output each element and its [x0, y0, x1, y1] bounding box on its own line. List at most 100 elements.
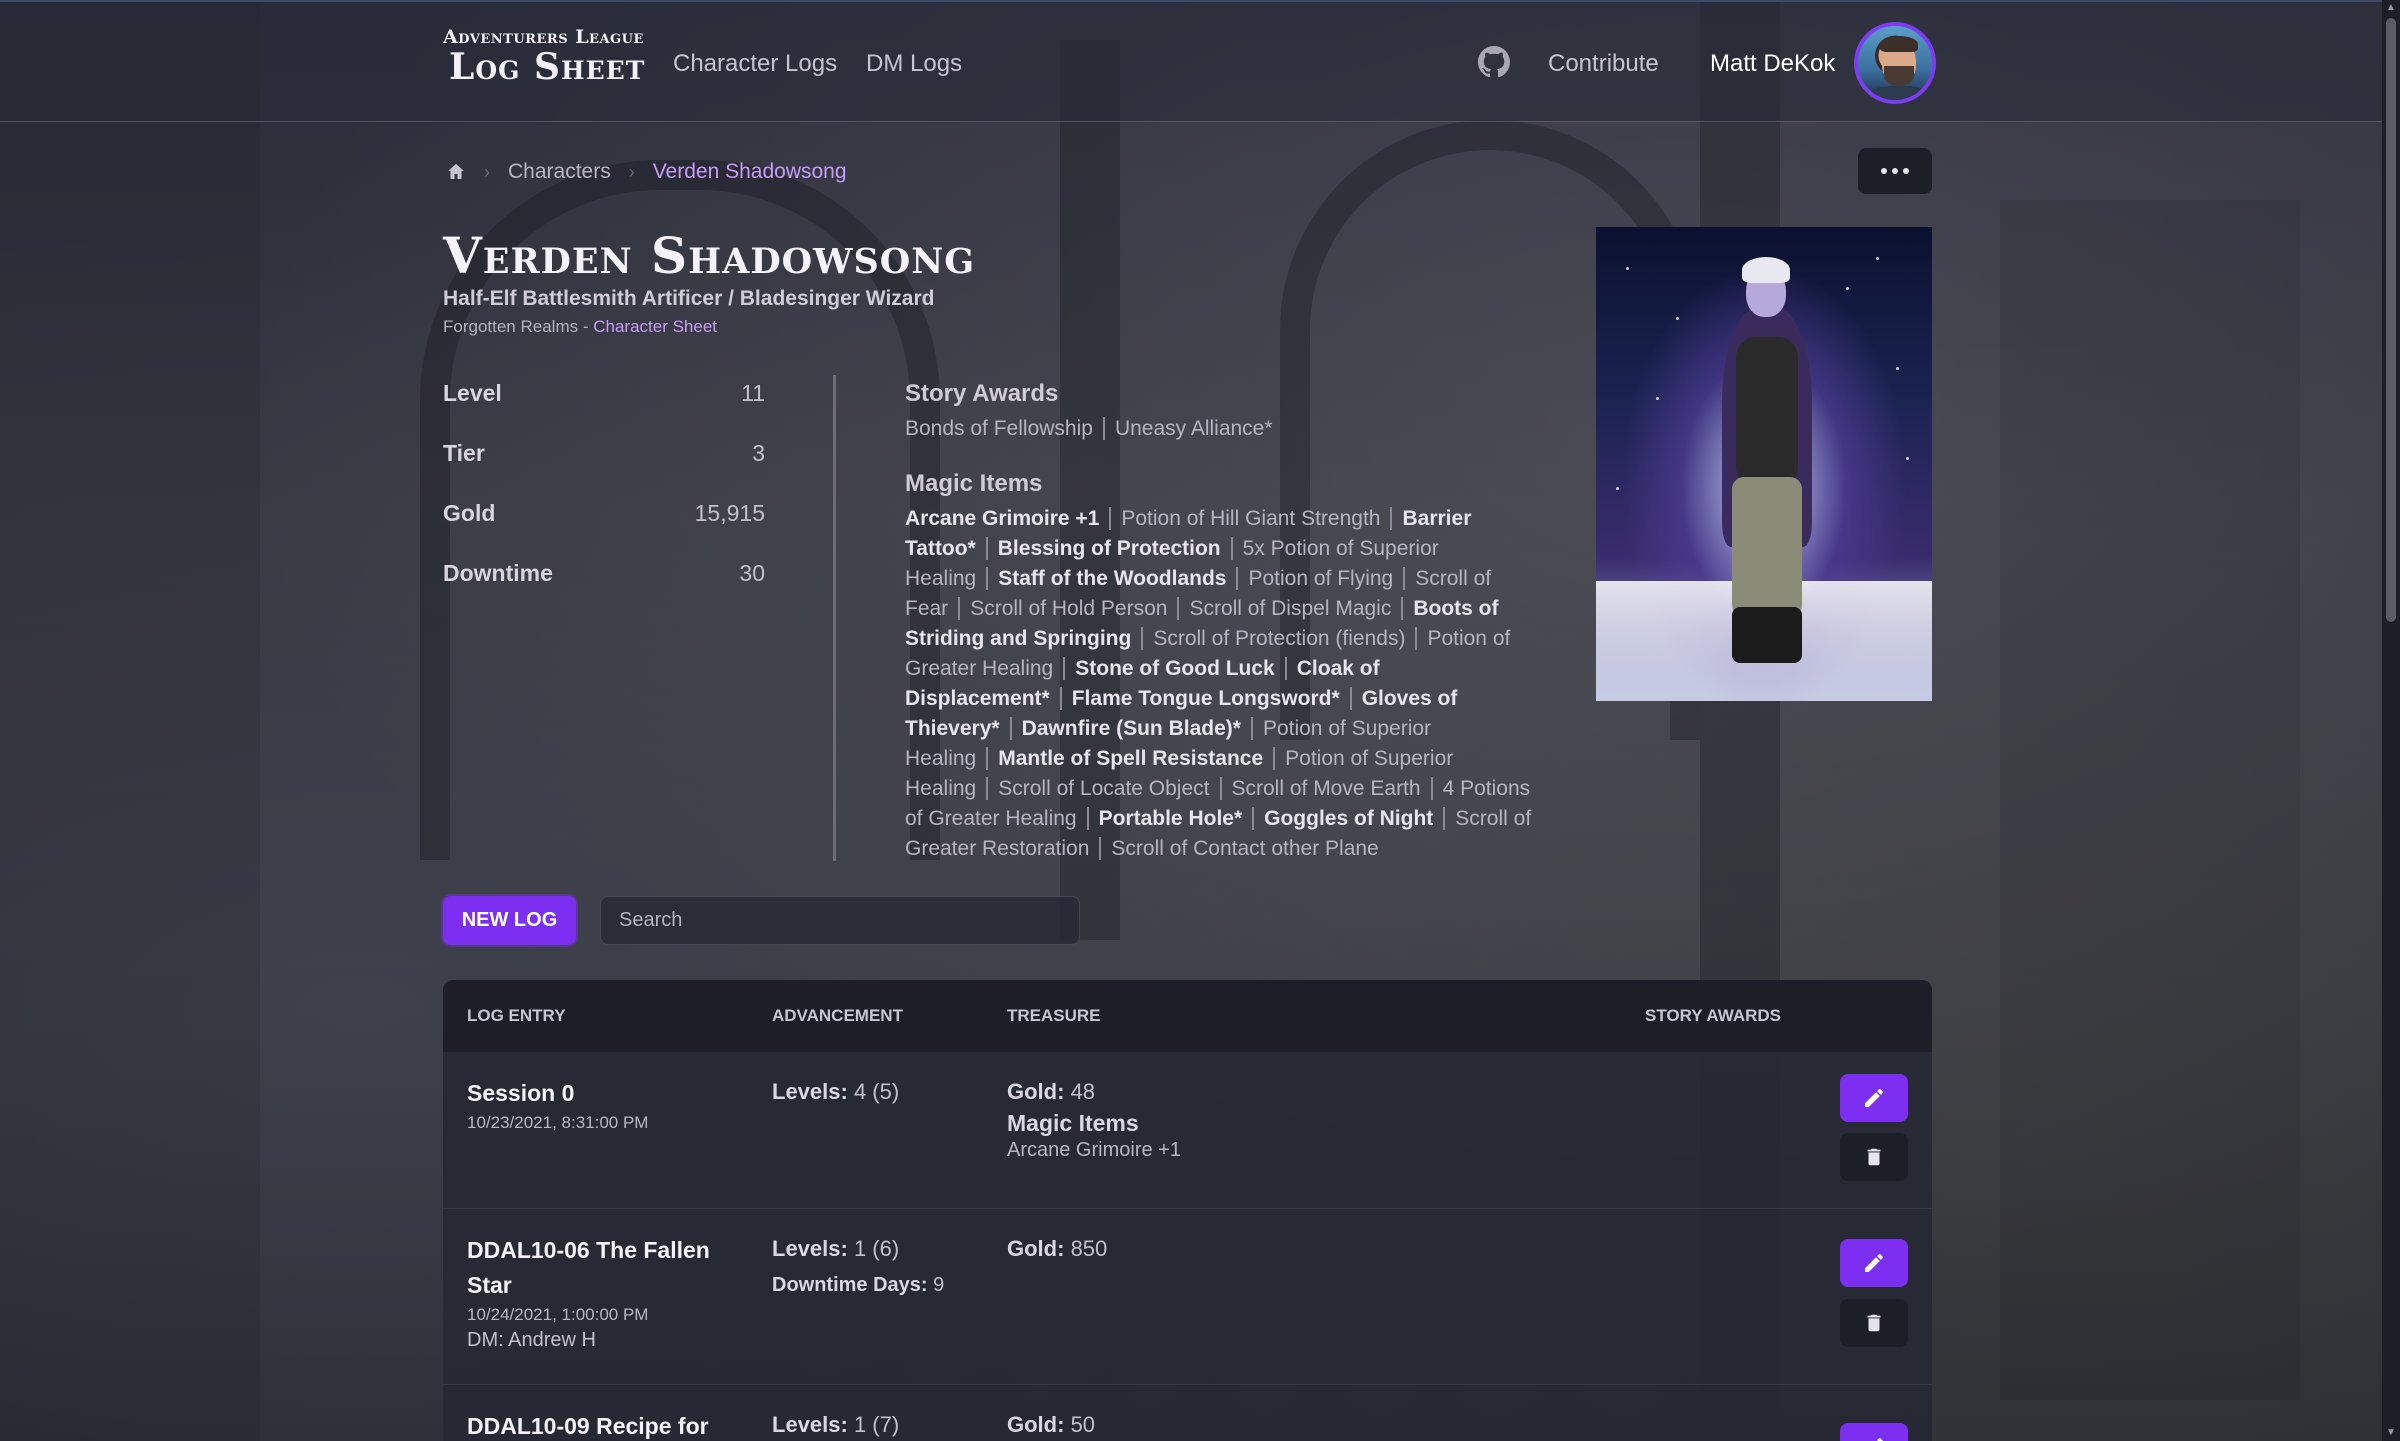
avatar[interactable] — [1854, 22, 1936, 104]
log-entry-cell: Session 0 10/23/2021, 8:31:00 PM — [467, 1076, 727, 1133]
magic-item-tag[interactable]: Scroll of Hold Person — [970, 597, 1180, 620]
contribute-link[interactable]: Contribute — [1548, 50, 1659, 78]
log-table: Log Entry Advancement Treasure Story Awa… — [443, 980, 1932, 1441]
advancement-cell: Levels: 1 (7) — [772, 1409, 899, 1441]
magic-items-title: Magic Items — [905, 470, 1043, 497]
magic-item-tag[interactable]: Mantle of Spell Resistance — [998, 747, 1276, 770]
gold-label: Gold: — [1007, 1079, 1065, 1104]
entry-dm: DM: Andrew H — [467, 1329, 596, 1351]
home-icon[interactable] — [446, 162, 466, 182]
treasure-cell: Gold: 50 — [1007, 1409, 1095, 1441]
delete-button[interactable] — [1840, 1133, 1908, 1181]
magic-item-tag[interactable]: Goggles of Night — [1264, 807, 1446, 830]
header-log-entry: Log Entry — [467, 1006, 566, 1025]
magic-item-tag[interactable]: Arcane Grimoire +1 — [905, 507, 1112, 530]
stat-tier: Tier 3 — [443, 440, 765, 500]
magic-item-tag[interactable]: Potion of Hill Giant Strength — [1121, 507, 1393, 530]
header-treasure: Treasure — [1007, 1006, 1101, 1025]
magic-item-tag[interactable]: Scroll of Protection (fiends) — [1153, 627, 1418, 650]
character-portrait — [1596, 227, 1932, 701]
advancement-cell: Levels: 4 (5) — [772, 1076, 899, 1108]
magic-item-tag[interactable]: Staff of the Woodlands — [998, 567, 1239, 590]
stat-value: 11 — [741, 380, 765, 406]
awards-panel: Story Awards Bonds of Fellowship Uneasy A… — [905, 380, 1545, 864]
edit-button[interactable] — [1840, 1423, 1908, 1441]
entry-title[interactable]: DDAL10-09 Recipe for — [467, 1409, 727, 1441]
magic-item-tag[interactable]: Scroll of Dispel Magic — [1189, 597, 1404, 620]
magic-item-tag[interactable]: Scroll of Move Earth — [1231, 777, 1433, 800]
search-input[interactable] — [600, 896, 1080, 945]
magic-items-value: Arcane Grimoire +1 — [1007, 1139, 1181, 1161]
story-awards-title: Story Awards — [905, 380, 1059, 407]
table-row[interactable]: DDAL10-09 Recipe for Levels: 1 (7) Gold:… — [443, 1385, 1932, 1441]
stat-label: Tier — [443, 440, 485, 466]
levels-value: 4 (5) — [853, 1079, 900, 1104]
scroll-up-icon[interactable]: ▲ — [2382, 0, 2400, 16]
treasure-cell: Gold: 48 Magic Items Arcane Grimoire +1 — [1007, 1076, 1181, 1162]
stat-level: Level 11 — [443, 380, 765, 440]
stat-downtime: Downtime 30 — [443, 560, 765, 620]
levels-label: Levels: — [772, 1079, 848, 1104]
levels-value: 1 (6) — [853, 1236, 900, 1261]
stat-label: Downtime — [443, 560, 553, 586]
app-logo[interactable]: Adventurers League Log Sheet — [443, 26, 645, 88]
nav-dm-logs[interactable]: DM Logs — [866, 50, 962, 78]
levels-value: 1 (7) — [853, 1412, 900, 1437]
edit-icon — [1865, 1253, 1884, 1272]
edit-button[interactable] — [1840, 1239, 1908, 1287]
magic-item-tag[interactable]: Stone of Good Luck — [1075, 657, 1287, 680]
page-scrollbar[interactable]: ▲ ▼ — [2382, 0, 2400, 1441]
story-awards-list: Bonds of Fellowship Uneasy Alliance* — [905, 414, 1545, 444]
log-entry-cell: DDAL10-09 Recipe for — [467, 1409, 727, 1441]
table-row[interactable]: DDAL10-06 The Fallen Star 10/24/2021, 1:… — [443, 1209, 1932, 1385]
nav-character-logs[interactable]: Character Logs — [673, 50, 837, 78]
table-row[interactable]: Session 0 10/23/2021, 8:31:00 PM Levels:… — [443, 1052, 1932, 1209]
story-award-tag[interactable]: Bonds of Fellowship — [905, 417, 1105, 440]
chevron-right-icon: › — [628, 161, 635, 182]
downtime-label: Downtime Days: — [772, 1274, 928, 1296]
delete-icon — [1867, 1314, 1881, 1332]
magic-item-tag[interactable]: Dawnfire (Sun Blade)* — [1021, 717, 1253, 740]
breadcrumb-current[interactable]: Verden Shadowsong — [653, 160, 847, 184]
magic-items-label: Magic Items — [1007, 1110, 1139, 1136]
entry-title[interactable]: Session 0 — [467, 1076, 727, 1111]
github-icon[interactable] — [1478, 46, 1510, 78]
character-name: Verden Shadowsong — [443, 226, 976, 285]
magic-item-tag[interactable]: Portable Hole* — [1098, 807, 1255, 830]
magic-item-tag[interactable]: Scroll of Contact other Plane — [1111, 837, 1388, 860]
levels-label: Levels: — [772, 1412, 848, 1437]
magic-items-list: Arcane Grimoire +1 Potion of Hill Giant S… — [905, 504, 1545, 864]
new-log-button[interactable]: NEW LOG — [443, 896, 576, 945]
stat-label: Level — [443, 380, 502, 406]
logo-big-text: Log Sheet — [449, 46, 646, 88]
magic-item-tag[interactable]: Scroll of Locate Object — [998, 777, 1222, 800]
magic-item-tag[interactable]: Blessing of Protection — [997, 537, 1233, 560]
stat-gold: Gold 15,915 — [443, 500, 765, 560]
entry-date: 10/24/2021, 1:00:00 PM — [467, 1305, 649, 1324]
gold-label: Gold: — [1007, 1236, 1065, 1261]
delete-button[interactable] — [1840, 1299, 1908, 1347]
character-stats: Level 11 Tier 3 Gold 15,915 Downtime 30 — [443, 380, 765, 620]
user-name[interactable]: Matt DeKok — [1710, 50, 1835, 78]
magic-item-tag[interactable]: Potion of Flying — [1248, 567, 1406, 590]
levels-label: Levels: — [772, 1236, 848, 1261]
edit-icon — [1877, 1437, 1883, 1441]
character-sheet-link[interactable]: Character Sheet — [593, 317, 717, 336]
stats-divider — [833, 375, 836, 861]
delete-icon — [1867, 1148, 1881, 1166]
more-options-button[interactable] — [1858, 148, 1932, 194]
header-story-awards: Story Awards — [1645, 1006, 1782, 1025]
magic-item-tag[interactable]: Flame Tongue Longsword* — [1071, 687, 1352, 710]
scroll-thumb[interactable] — [2386, 18, 2396, 622]
edit-button[interactable] — [1840, 1074, 1908, 1122]
more-icon — [1881, 168, 1887, 174]
stat-value: 3 — [752, 440, 765, 466]
breadcrumb: › Characters › Verden Shadowsong — [446, 160, 847, 184]
entry-title[interactable]: DDAL10-06 The Fallen Star — [467, 1233, 727, 1303]
campaign-text: Forgotten Realms - — [443, 317, 594, 336]
story-award-tag[interactable]: Uneasy Alliance* — [1115, 417, 1283, 440]
gold-value: 48 — [1070, 1079, 1096, 1104]
breadcrumb-characters[interactable]: Characters — [508, 160, 611, 184]
header-advancement: Advancement — [772, 1006, 903, 1025]
scroll-down-icon[interactable]: ▼ — [2382, 1425, 2400, 1441]
